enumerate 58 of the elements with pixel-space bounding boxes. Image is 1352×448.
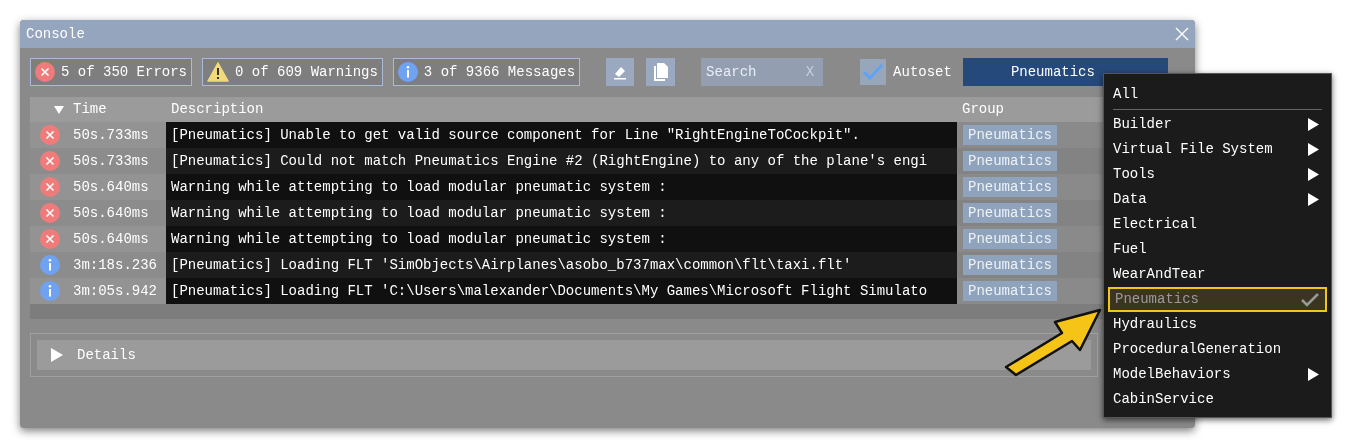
sort-icon[interactable] [54,105,64,114]
close-icon[interactable] [1175,27,1189,41]
time-cell: 50s.640ms [70,174,166,200]
menu-item[interactable]: Fuel [1110,237,1325,262]
description-cell: [Pneumatics] Loading FLT 'C:\Users\malexander\Documents\My Games\Microsoft Flight Simulato [166,278,957,304]
info-icon [40,255,60,275]
menu-item[interactable]: Tools [1110,162,1325,187]
copy-button[interactable] [646,58,676,86]
description-cell: [Pneumatics] Loading FLT 'SimObjects\Airplanes\asobo_b737max\common\flt\taxi.flt' [166,252,957,278]
time-cell: 50s.733ms [70,122,166,148]
warning-icon [207,62,230,82]
eraser-icon [612,64,629,80]
error-icon [40,203,60,223]
group-tag: Pneumatics [963,229,1057,249]
check-icon [862,63,885,81]
group-tag: Pneumatics [963,125,1057,145]
time-cell: 3m:05s.942 [70,278,166,304]
filter-button[interactable]: 5 of 350 Errors [30,58,193,86]
group-tag: Pneumatics [963,151,1057,171]
filter-button[interactable]: 0 of 609 Warnings [202,58,383,86]
group-tag: Pneumatics [963,203,1057,223]
clear-button[interactable] [606,58,635,86]
menu-item[interactable]: Pneumatics [1108,287,1327,312]
group-tag: Pneumatics [963,281,1057,301]
menu-item[interactable]: Hydraulics [1110,312,1325,337]
group-tag: Pneumatics [963,255,1057,275]
autoset-label: Autoset [893,62,952,82]
expand-icon [51,348,63,362]
menu-item[interactable]: Data [1110,187,1325,212]
autoset-checkbox[interactable] [860,59,887,85]
menu-item[interactable]: ProceduralGeneration [1110,337,1325,362]
error-icon [40,177,60,197]
info-icon [397,62,418,82]
description-cell: [Pneumatics] Unable to get valid source component for Line "RightEngineToCockpit". [166,122,957,148]
checkmark-icon [1301,292,1319,307]
info-icon [40,281,60,301]
description-cell: Warning while attempting to load modular pneumatic system : [166,226,957,252]
time-cell: 50s.733ms [70,148,166,174]
error-icon [35,62,55,82]
menu-item[interactable]: Builder [1110,112,1325,137]
error-icon [40,151,60,171]
group-tag: Pneumatics [963,177,1057,197]
copy-icon [652,62,669,82]
time-cell: 3m:18s.236 [70,252,166,278]
menu-item[interactable]: Electrical [1110,212,1325,237]
filter-button[interactable]: 3 of 9366 Messages [392,58,581,86]
menu-item[interactable]: CabinService [1110,387,1325,412]
error-icon [40,229,60,249]
time-cell: 50s.640ms [70,226,166,252]
time-cell: 50s.640ms [70,200,166,226]
error-icon [40,125,60,145]
menu-item[interactable]: Virtual File System [1110,137,1325,162]
description-cell: Warning while attempting to load modular pneumatic system : [166,200,957,226]
description-cell: [Pneumatics] Could not match Pneumatics Engine #2 (RightEngine) to any of the plane's engi [166,148,957,174]
menu-item[interactable]: WearAndTear [1110,262,1325,287]
description-cell: Warning while attempting to load modular pneumatic system : [166,174,957,200]
menu-item[interactable]: ModelBehaviors [1110,362,1325,387]
window-title: Console [26,24,85,44]
